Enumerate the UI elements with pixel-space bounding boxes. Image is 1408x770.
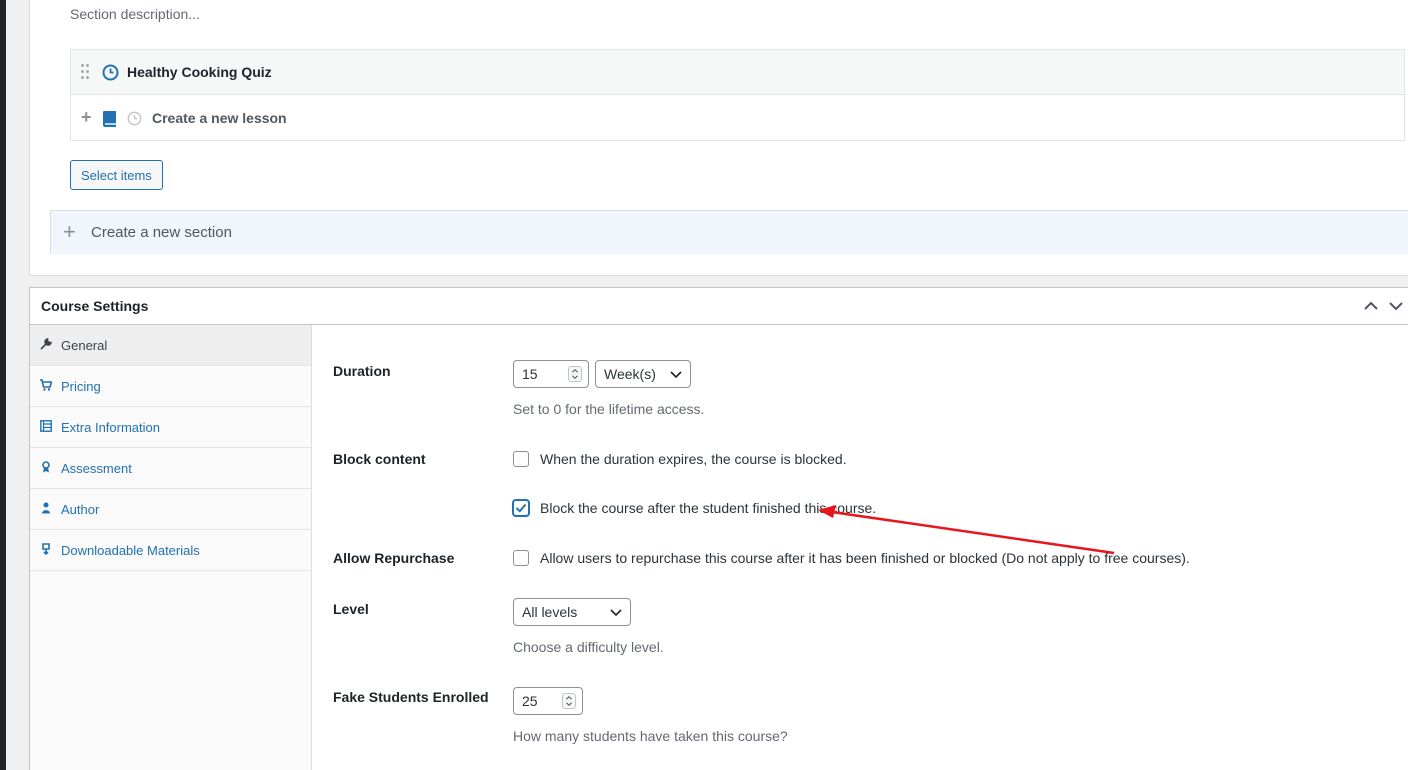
user-icon (42, 502, 50, 514)
course-settings-panel: Course Settings General Pricing Extra In… (29, 287, 1408, 770)
tab-general[interactable]: General (30, 325, 311, 366)
settings-title: Course Settings (41, 298, 149, 314)
tab-author[interactable]: Author (30, 489, 311, 530)
tab-downloadable-materials[interactable]: Downloadable Materials (30, 530, 311, 571)
settings-header: Course Settings (30, 288, 1408, 325)
chevron-down-icon (610, 609, 622, 617)
fake-students-label: Fake Students Enrolled (333, 689, 489, 705)
list-item-quiz[interactable]: Healthy Cooking Quiz (71, 50, 1404, 95)
block-after-finish-label: Block the course after the student finis… (540, 500, 877, 516)
tab-pricing[interactable]: Pricing (30, 366, 311, 407)
chevron-down-icon (670, 371, 682, 379)
fake-students-input[interactable]: 25 (513, 687, 583, 715)
allow-repurchase-label: Allow Repurchase (333, 550, 455, 566)
cart-icon (40, 379, 52, 391)
download-icon (42, 543, 50, 555)
section-description-input[interactable]: Section description... (70, 6, 200, 22)
block-content-label: Block content (333, 451, 426, 467)
wrench-icon (40, 338, 52, 350)
fake-students-value: 25 (522, 693, 538, 709)
block-on-expire-label: When the duration expires, the course is… (540, 451, 847, 467)
new-lesson-input[interactable]: Create a new lesson (152, 110, 287, 126)
plus-icon: + (63, 219, 76, 244)
level-hint: Choose a difficulty level. (513, 639, 664, 655)
tab-extra-information[interactable]: Extra Information (30, 407, 311, 448)
new-section-input[interactable]: Create a new section (91, 224, 232, 241)
chevron-up-icon[interactable] (1361, 296, 1381, 316)
checkmark-icon (515, 503, 527, 513)
award-icon (42, 461, 50, 473)
tab-label: Pricing (61, 378, 101, 394)
plus-icon: + (81, 107, 92, 127)
tab-label: Assessment (61, 460, 132, 476)
general-settings-panel: Duration 15 Week(s) Set to 0 for the lif… (313, 325, 1408, 770)
duration-value: 15 (522, 366, 538, 382)
level-label: Level (333, 601, 369, 617)
duration-label: Duration (333, 363, 391, 379)
duration-hint: Set to 0 for the lifetime access. (513, 401, 705, 417)
tab-label: Author (61, 501, 100, 517)
tab-assessment[interactable]: Assessment (30, 448, 311, 489)
block-after-finish-checkbox[interactable] (513, 500, 529, 516)
section-items-list: Healthy Cooking Quiz + Create a new less… (70, 49, 1405, 141)
book-icon[interactable] (102, 110, 118, 128)
duration-input[interactable]: 15 (513, 360, 589, 388)
allow-repurchase-checkbox[interactable] (513, 550, 529, 566)
clock-icon (102, 64, 119, 81)
tab-label: Downloadable Materials (61, 542, 200, 558)
tab-label: General (61, 337, 108, 353)
clock-icon (127, 111, 142, 126)
item-title[interactable]: Healthy Cooking Quiz (127, 64, 272, 80)
admin-sidebar-edge (0, 0, 6, 770)
curriculum-panel: Section description... Healthy Cooking Q… (29, 0, 1408, 276)
fake-students-hint: How many students have taken this course… (513, 728, 788, 744)
level-value: All levels (522, 604, 578, 620)
info-icon (40, 420, 52, 432)
settings-tabs: General Pricing Extra Information Assess… (30, 325, 312, 770)
duration-unit-value: Week(s) (604, 366, 656, 382)
new-section-row[interactable]: + Create a new section (50, 210, 1408, 254)
drag-handle-icon[interactable] (81, 64, 91, 80)
level-select[interactable]: All levels (513, 598, 631, 626)
duration-unit-select[interactable]: Week(s) (595, 360, 691, 388)
list-item-new-lesson[interactable]: + Create a new lesson (71, 95, 1404, 140)
tab-label: Extra Information (61, 419, 160, 435)
chevron-down-icon[interactable] (1386, 296, 1406, 316)
spinner-icon[interactable] (568, 366, 582, 382)
block-on-expire-checkbox[interactable] (513, 451, 529, 467)
select-items-button[interactable]: Select items (70, 160, 163, 190)
spinner-icon[interactable] (562, 693, 576, 709)
allow-repurchase-option-label: Allow users to repurchase this course af… (540, 550, 1190, 566)
